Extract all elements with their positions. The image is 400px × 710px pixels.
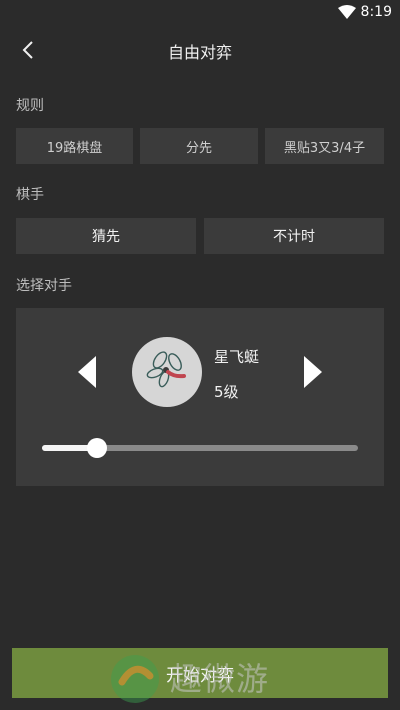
previous-opponent-button[interactable] [76, 354, 100, 390]
nigiri-option[interactable]: 猜先 [16, 218, 196, 254]
start-game-label: 开始对弈 [166, 665, 234, 686]
status-bar: 8:19 [0, 0, 400, 24]
opponent-panel: 星飞蜓 5级 [16, 308, 384, 486]
color-option[interactable]: 分先 [140, 128, 258, 164]
rules-label: 规则 [16, 98, 44, 114]
wifi-icon [338, 5, 356, 19]
next-opponent-button[interactable] [300, 354, 324, 390]
opponent-level-slider[interactable] [42, 436, 358, 460]
start-game-button[interactable]: 开始对弈 [12, 648, 388, 698]
komi-option[interactable]: 黑贴3又3/4子 [265, 128, 384, 164]
slider-thumb[interactable] [87, 438, 107, 458]
dragonfly-icon [146, 351, 186, 388]
opponent-label: 选择对手 [16, 278, 72, 294]
status-time: 8:19 [360, 4, 392, 20]
no-timer-option[interactable]: 不计时 [204, 218, 384, 254]
page-title: 自由对弈 [167, 43, 232, 62]
player-label: 棋手 [16, 187, 44, 203]
top-bar: 自由对弈 [0, 24, 400, 74]
opponent-avatar [132, 337, 202, 407]
board-size-option[interactable]: 19路棋盘 [16, 128, 133, 164]
opponent-level: 5级 [214, 383, 239, 401]
opponent-name: 星飞蜓 [214, 348, 260, 366]
